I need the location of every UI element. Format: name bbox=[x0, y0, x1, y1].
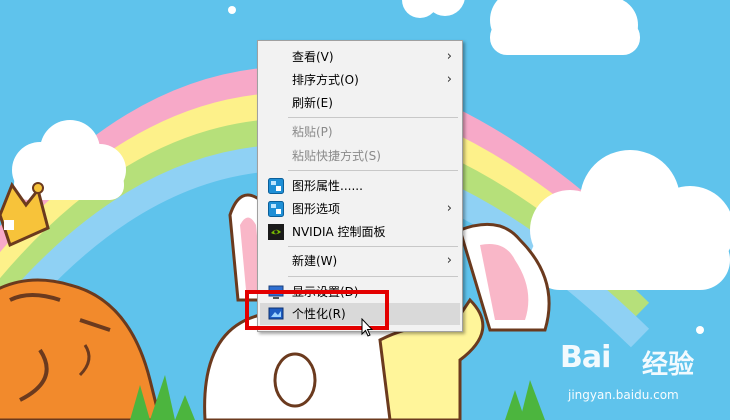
watermark-site: jingyan.baidu.com bbox=[568, 388, 679, 402]
menu-item-personalize[interactable]: 个性化(R) bbox=[260, 303, 460, 325]
submenu-arrow-icon: › bbox=[446, 201, 452, 216]
menu-item-display-settings[interactable]: 显示设置(D) bbox=[260, 281, 460, 303]
mouse-cursor-icon bbox=[361, 318, 373, 337]
menu-item-label: 粘贴快捷方式(S) bbox=[292, 149, 381, 163]
menu-item-label: NVIDIA 控制面板 bbox=[292, 225, 386, 239]
menu-separator bbox=[288, 276, 458, 277]
menu-item-nvidia-control-panel[interactable]: NVIDIA 控制面板 bbox=[260, 221, 460, 243]
baidu-watermark: Bai 经验 jingyan.baidu.com bbox=[560, 340, 720, 410]
menu-item-new[interactable]: 新建(W) › bbox=[260, 250, 460, 272]
submenu-arrow-icon: › bbox=[446, 72, 452, 87]
menu-separator bbox=[288, 170, 458, 171]
watermark-brand: Bai bbox=[560, 340, 611, 375]
nvidia-icon bbox=[268, 224, 284, 240]
menu-item-view[interactable]: 查看(V) › bbox=[260, 46, 460, 68]
menu-item-graphics-properties[interactable]: 图形属性...... bbox=[260, 175, 460, 197]
watermark-cn: 经验 bbox=[642, 350, 695, 380]
menu-item-graphics-options[interactable]: 图形选项 › bbox=[260, 198, 460, 220]
menu-item-refresh[interactable]: 刷新(E) bbox=[260, 92, 460, 114]
menu-item-label: 图形属性...... bbox=[292, 179, 363, 193]
menu-item-paste: 粘贴(P) bbox=[260, 121, 460, 143]
intel-graphics-icon bbox=[268, 178, 284, 194]
menu-item-paste-shortcut: 粘贴快捷方式(S) bbox=[260, 145, 460, 167]
menu-item-label: 排序方式(O) bbox=[292, 73, 359, 87]
menu-item-label: 查看(V) bbox=[292, 50, 334, 64]
display-icon bbox=[268, 285, 284, 299]
menu-item-label: 刷新(E) bbox=[292, 96, 333, 110]
submenu-arrow-icon: › bbox=[446, 253, 452, 268]
menu-item-label: 图形选项 bbox=[292, 202, 341, 216]
menu-separator bbox=[288, 246, 458, 247]
menu-item-label: 个性化(R) bbox=[292, 307, 346, 321]
personalize-icon bbox=[268, 307, 284, 320]
menu-item-label: 显示设置(D) bbox=[292, 285, 359, 299]
menu-item-label: 粘贴(P) bbox=[292, 125, 333, 139]
desktop-context-menu: 查看(V) › 排序方式(O) › 刷新(E) 粘贴(P) 粘贴快捷方式(S) … bbox=[257, 40, 463, 332]
intel-graphics-icon bbox=[268, 201, 284, 217]
submenu-arrow-icon: › bbox=[446, 49, 452, 64]
menu-item-label: 新建(W) bbox=[292, 254, 338, 268]
menu-separator bbox=[288, 117, 458, 118]
menu-item-sort-by[interactable]: 排序方式(O) › bbox=[260, 69, 460, 91]
